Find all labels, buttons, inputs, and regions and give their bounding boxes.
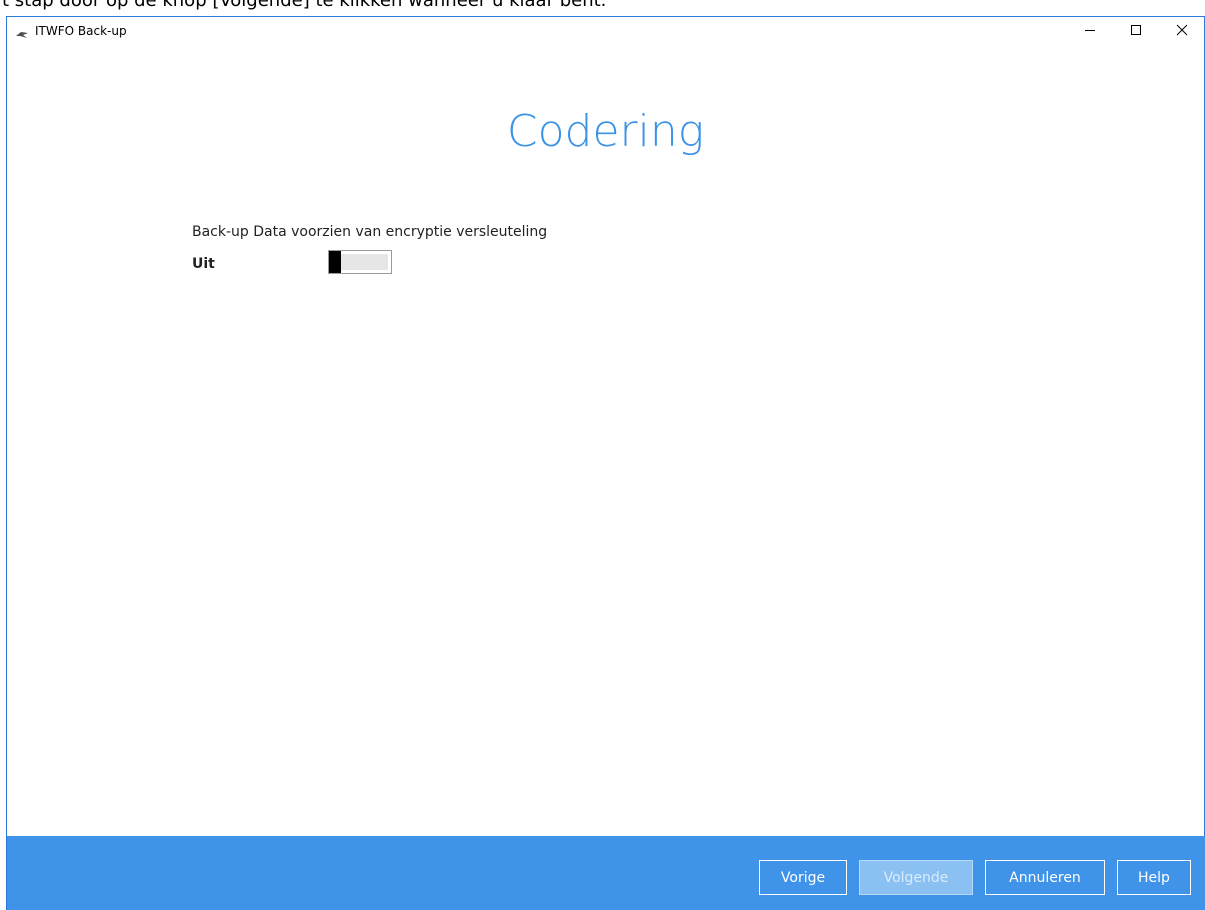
- previous-button[interactable]: Vorige: [759, 860, 847, 895]
- document-instruction-text: t stap door op de knop [Volgende] te kli…: [2, 0, 607, 11]
- minimize-icon: [1084, 23, 1096, 41]
- app-window: ITWFO Back-up Codering Back-up Data voor…: [6, 16, 1205, 910]
- footer-bar: Vorige Volgende Annuleren Help: [7, 836, 1205, 910]
- toggle-knob[interactable]: [329, 251, 341, 273]
- close-icon: [1176, 23, 1188, 41]
- app-logo-icon: [15, 26, 29, 38]
- encryption-option-label: Back-up Data voorzien van encryptie vers…: [192, 224, 548, 240]
- minimize-button[interactable]: [1067, 17, 1113, 47]
- page-title: Codering: [506, 106, 705, 157]
- help-button[interactable]: Help: [1117, 860, 1191, 895]
- window-title: ITWFO Back-up: [35, 24, 127, 38]
- document-text-strip: t stap door op de knop [Volgende] te kli…: [0, 0, 1205, 16]
- maximize-button[interactable]: [1113, 17, 1159, 47]
- maximize-icon: [1130, 23, 1142, 41]
- encryption-toggle[interactable]: [328, 250, 392, 274]
- next-button[interactable]: Volgende: [859, 860, 973, 895]
- close-button[interactable]: [1159, 17, 1205, 47]
- cancel-button[interactable]: Annuleren: [985, 860, 1105, 895]
- toggle-state-label: Uit: [192, 256, 215, 272]
- title-bar[interactable]: ITWFO Back-up: [7, 17, 1204, 47]
